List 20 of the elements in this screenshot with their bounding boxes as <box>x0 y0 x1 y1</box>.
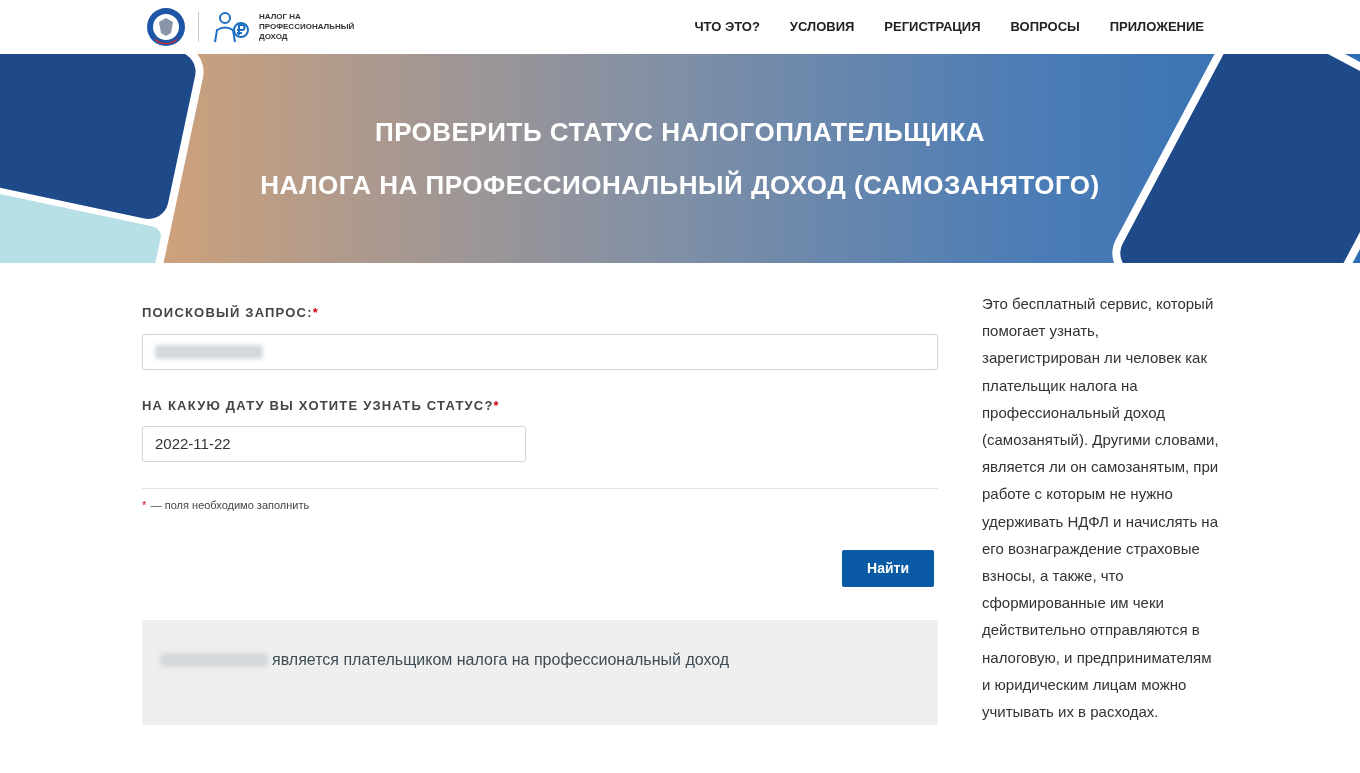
nav-link[interactable]: ЧТО ЭТО? <box>694 17 760 37</box>
search-button[interactable]: Найти <box>842 550 934 587</box>
required-mark: * <box>312 304 318 322</box>
emblem-icon[interactable] <box>146 7 186 47</box>
person-ruble-icon[interactable] <box>211 10 251 44</box>
banner-title: НАЛОГА НА ПРОФЕССИОНАЛЬНЫЙ ДОХОД (САМОЗАНЯТОГО) <box>260 168 1100 202</box>
nav-link[interactable]: УСЛОВИЯ <box>789 17 855 37</box>
logo-text: НАЛОГ НА ПРОФЕССИОНАЛЬНЫЙ ДОХОД <box>259 12 356 42</box>
required-mark: * <box>493 396 499 415</box>
sidebar-description: Это бесплатный сервис, который помогает узнать, зарегистрирован ли человек как плательщик налога на профессиональный доход (самозанятый). Другими словами, является ли он самозанятым, при работе с которым не нужно удерживать НДФЛ и начислять на его вознаграждение страховые взносы, а также, что сформированные им чеки действительно отправляются в налоговую, и предпринимателям и юридическим лицам можно учитывать их в расходах. <box>982 294 1220 723</box>
field-label: ПОИСКОВЫЙ ЗАПРОС: <box>142 304 313 322</box>
required-mark: * <box>142 499 147 511</box>
nav-link[interactable]: ПРИЛОЖЕНИЕ <box>1109 17 1204 37</box>
field-label: НА КАКУЮ ДАТУ ВЫ ХОТИТЕ УЗНАТЬ СТАТУС? <box>142 396 494 415</box>
nav-link[interactable]: ВОПРОСЫ <box>1010 17 1080 37</box>
required-note: — поля необходимо заполнить <box>150 499 310 511</box>
input-field[interactable]: 2022-11-22 <box>142 426 526 462</box>
nav-link[interactable]: РЕГИСТРАЦИЯ <box>884 17 981 37</box>
banner-title: ПРОВЕРИТЬ СТАТУС НАЛОГОПЛАТЕЛЬЩИКА <box>374 115 986 149</box>
result-text: является плательщиком налога на профессиональный доход <box>272 650 730 670</box>
